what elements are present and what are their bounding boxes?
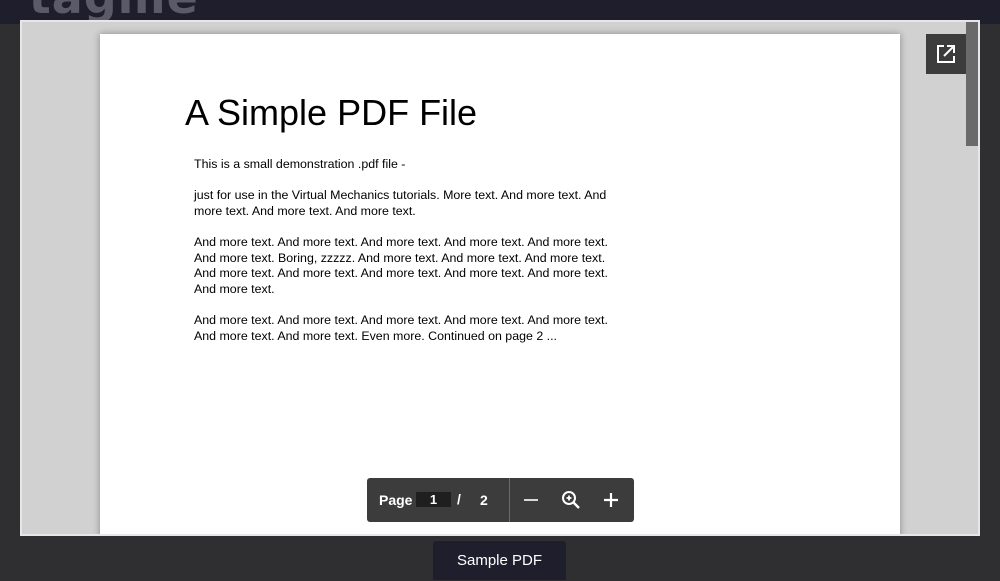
zoom-reset-icon — [562, 491, 580, 509]
scrollbar-thumb[interactable] — [966, 22, 978, 146]
page-number-input[interactable]: 1 — [416, 492, 451, 507]
page-label: Page — [379, 492, 413, 508]
pdf-viewer[interactable]: A Simple PDF File This is a small demons… — [20, 20, 980, 536]
pdf-paragraph-1: This is a small demonstration .pdf file … — [194, 157, 406, 171]
page-separator: / — [457, 491, 461, 507]
pdf-paragraph-2: just for use in the Virtual Mechanics tu… — [194, 188, 607, 218]
zoom-in-icon — [604, 493, 618, 507]
pdf-page: A Simple PDF File This is a small demons… — [100, 34, 900, 534]
pdf-title: A Simple PDF File — [185, 92, 478, 133]
pdf-toolbar: Page 1 / 2 — [367, 478, 634, 522]
zoom-out-icon — [524, 499, 538, 501]
pdf-paragraph-3: And more text. And more text. And more t… — [194, 235, 608, 297]
caption-tab: Sample PDF — [433, 541, 566, 580]
total-pages: 2 — [480, 492, 488, 508]
open-in-new-button[interactable] — [926, 34, 966, 74]
pdf-paragraph-4: And more text. And more text. And more t… — [194, 313, 608, 343]
zoom-reset-button[interactable] — [559, 488, 583, 512]
open-in-new-icon — [937, 45, 955, 63]
toolbar-divider — [509, 478, 510, 522]
zoom-in-button[interactable] — [599, 488, 623, 512]
zoom-out-button[interactable] — [519, 488, 543, 512]
